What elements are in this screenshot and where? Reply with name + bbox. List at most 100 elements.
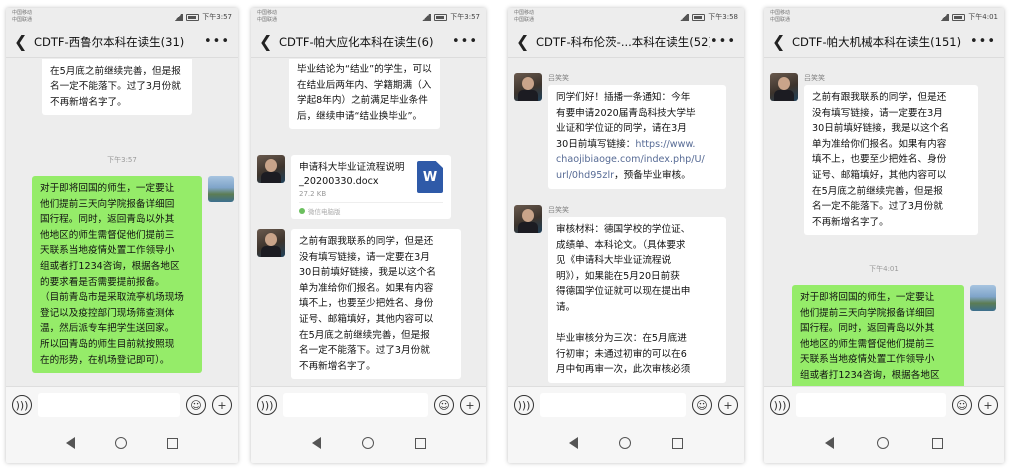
plus-icon[interactable]: + — [212, 395, 232, 415]
phone-screen-1: 中国移动 中国联通 下午3:57 ❮ CDTF-西鲁尔本科在读生(31) ••• … — [6, 8, 238, 463]
nav-home-icon[interactable] — [876, 437, 889, 449]
clock: 下午3:57 — [450, 13, 480, 21]
signal-icon — [679, 13, 690, 21]
emoji-icon[interactable]: ☺ — [952, 395, 972, 415]
emoji-icon[interactable]: ☺ — [692, 395, 712, 415]
chat-area[interactable]: 吕笑笑 同学们好！插播一条通知：今年 有要申请2020届青岛科技大学毕 业证和学… — [508, 59, 744, 386]
chat-header: ❮ CDTF-帕大机械本科在读生(151) ••• — [764, 26, 1004, 58]
message-bubble[interactable]: 对于即将回国的师生，一定要让 他们提前三天向学院报备详细回 国行程。同时，返回青… — [792, 285, 964, 386]
chat-header: ❮ CDTF-帕大应化本科在读生(6) ••• — [251, 26, 486, 58]
phone-screen-4: 中国移动 中国联通 下午4:01 ❮ CDTF-帕大机械本科在读生(151) ••… — [764, 8, 1004, 463]
back-arrow-icon[interactable]: ❮ — [516, 32, 532, 51]
nav-home-icon[interactable] — [618, 437, 631, 449]
word-document-icon: W — [417, 161, 443, 193]
input-bar: ))) ☺ + — [6, 386, 238, 423]
avatar[interactable] — [257, 229, 285, 257]
avatar[interactable] — [257, 155, 285, 183]
voice-icon[interactable]: ))) — [514, 395, 534, 415]
avatar[interactable] — [514, 73, 542, 101]
message-received: 吕笑笑 之前有跟我联系的同学，但是还 没有填写链接，请一定要在3月 30日前填好… — [770, 73, 978, 236]
chat-area[interactable]: 证号、邮箱填好，其他内容可以 在5月底之前继续完善，但是报 名一定不能落下。过了… — [6, 59, 238, 386]
voice-icon[interactable]: ))) — [257, 395, 277, 415]
status-bar: 中国移动 中国联通 下午4:01 — [764, 8, 1004, 26]
chat-header: ❮ CDTF-科布伦茨-...本科在读生(52) ••• — [508, 26, 744, 58]
carrier-info: 中国移动 中国联通 — [514, 10, 535, 23]
message-sent: 对于即将回国的师生，一定要让 他们提前三天向学院报备详细回 国行程。同时，返回青… — [790, 285, 996, 386]
nav-recent-icon[interactable] — [414, 437, 426, 449]
avatar[interactable] — [208, 176, 234, 202]
message-bubble[interactable]: 之前有跟我联系的同学，但是还 没有填写链接，请一定要在3月 30日前填好链接，我… — [291, 229, 461, 380]
system-nav-bar — [508, 423, 744, 463]
avatar[interactable] — [770, 73, 798, 101]
chat-area[interactable]: 吕笑笑 之前有跟我联系的同学，但是还 没有填写链接，请一定要在3月 30日前填好… — [764, 59, 1004, 386]
message-received: 吕笑笑 审核材料：德国学校的学位证、 成绩单、本科论文。（具体要求 见《申请科大… — [514, 205, 726, 383]
chat-title: CDTF-帕大机械本科在读生(151) — [792, 34, 962, 49]
screenshots-collage: 中国移动 中国联通 下午3:57 ❮ CDTF-西鲁尔本科在读生(31) ••• … — [0, 0, 1012, 471]
nav-recent-icon[interactable] — [672, 437, 684, 449]
message-input[interactable] — [540, 393, 686, 417]
voice-icon[interactable]: ))) — [770, 395, 790, 415]
avatar[interactable] — [970, 285, 996, 311]
plus-icon[interactable]: + — [460, 395, 480, 415]
sender-name: 吕笑笑 — [548, 206, 569, 214]
phone-screen-2: 中国移动 中国联通 下午3:57 ❮ CDTF-帕大应化本科在读生(6) ••• … — [251, 8, 486, 463]
message-input[interactable] — [796, 393, 946, 417]
chat-area[interactable]: 毕业结论为“结业”的学生，可以 在结业后两年内、学籍期满（入 学起8年内）之前满… — [251, 59, 486, 386]
nav-back-icon[interactable] — [66, 437, 75, 449]
message-timestamp: 下午4:01 — [869, 265, 899, 273]
status-bar: 中国移动 中国联通 下午3:57 — [251, 8, 486, 26]
plus-icon[interactable]: + — [978, 395, 998, 415]
avatar[interactable] — [514, 205, 542, 233]
message-bubble[interactable]: 毕业结论为“结业”的学生，可以 在结业后两年内、学籍期满（入 学起8年内）之前满… — [289, 59, 440, 130]
more-dots-icon[interactable]: ••• — [204, 34, 230, 49]
status-right: 下午4:01 — [939, 12, 998, 22]
battery-icon — [434, 13, 448, 21]
more-dots-icon[interactable]: ••• — [452, 34, 478, 49]
message-input[interactable] — [38, 393, 180, 417]
message-bubble[interactable]: 同学们好！插播一条通知：今年 有要申请2020届青岛科技大学毕 业证和学位证的同… — [548, 85, 726, 189]
more-dots-icon[interactable]: ••• — [970, 34, 996, 49]
plus-icon[interactable]: + — [718, 395, 738, 415]
status-right: 下午3:57 — [421, 12, 480, 22]
nav-back-icon[interactable] — [568, 437, 578, 449]
nav-back-icon[interactable] — [311, 437, 321, 449]
file-card[interactable]: 申请科大毕业证流程说明_20200330.docx 27.2 KB W 微信电脑… — [291, 155, 451, 219]
phone-screen-3: 中国移动 中国联通 下午3:58 ❮ CDTF-科布伦茨-...本科在读生(52)… — [508, 8, 744, 463]
emoji-icon[interactable]: ☺ — [186, 395, 206, 415]
message-bubble[interactable]: 之前有跟我联系的同学，但是还 没有填写链接，请一定要在3月 30日前填好链接，我… — [804, 85, 978, 236]
nav-recent-icon[interactable] — [931, 437, 943, 449]
file-message: 申请科大毕业证流程说明_20200330.docx 27.2 KB W 微信电脑… — [257, 155, 451, 219]
message-bubble[interactable]: 审核材料：德国学校的学位证、 成绩单、本科论文。（具体要求 见《申请科大毕业证流… — [548, 217, 726, 383]
message-received: 毕业结论为“结业”的学生，可以 在结业后两年内、学籍期满（入 学起8年内）之前满… — [289, 59, 459, 130]
more-dots-icon[interactable]: ••• — [710, 34, 736, 49]
emoji-icon[interactable]: ☺ — [434, 395, 454, 415]
message-received: 证号、邮箱填好，其他内容可以 在5月底之前继续完善，但是报 名一定不能落下。过了… — [42, 59, 202, 116]
input-bar: ))) ☺ + — [251, 386, 486, 423]
clock: 下午3:57 — [202, 13, 232, 21]
message-input[interactable] — [283, 393, 428, 417]
input-bar: ))) ☺ + — [508, 386, 744, 423]
status-bar: 中国移动 中国联通 下午3:58 — [508, 8, 744, 26]
signal-icon — [173, 13, 184, 21]
battery-icon — [952, 13, 966, 21]
nav-home-icon[interactable] — [115, 437, 127, 449]
nav-recent-icon[interactable] — [167, 437, 178, 449]
back-arrow-icon[interactable]: ❮ — [772, 32, 788, 51]
file-name: 申请科大毕业证流程说明_20200330.docx — [299, 162, 405, 187]
back-arrow-icon[interactable]: ❮ — [259, 32, 275, 51]
nav-back-icon[interactable] — [825, 437, 835, 449]
nav-home-icon[interactable] — [361, 437, 374, 449]
message-received: 之前有跟我联系的同学，但是还 没有填写链接，请一定要在3月 30日前填好链接，我… — [257, 229, 461, 380]
status-bar: 中国移动 中国联通 下午3:57 — [6, 8, 238, 26]
battery-icon — [692, 13, 706, 21]
chat-header: ❮ CDTF-西鲁尔本科在读生(31) ••• — [6, 26, 238, 58]
back-arrow-icon[interactable]: ❮ — [14, 32, 30, 51]
message-bubble[interactable]: 对于即将回国的师生，一定要让 他们提前三天向学院报备详细回 国行程。同时，返回青… — [32, 176, 202, 374]
system-nav-bar — [764, 423, 1004, 463]
carrier-info: 中国移动 中国联通 — [12, 10, 33, 23]
voice-icon[interactable]: ))) — [12, 395, 32, 415]
carrier-info: 中国移动 中国联通 — [770, 10, 791, 23]
message-bubble[interactable]: 证号、邮箱填好，其他内容可以 在5月底之前继续完善，但是报 名一定不能落下。过了… — [42, 59, 193, 116]
clock: 下午3:58 — [708, 13, 738, 21]
message-timestamp: 下午3:57 — [107, 156, 137, 164]
